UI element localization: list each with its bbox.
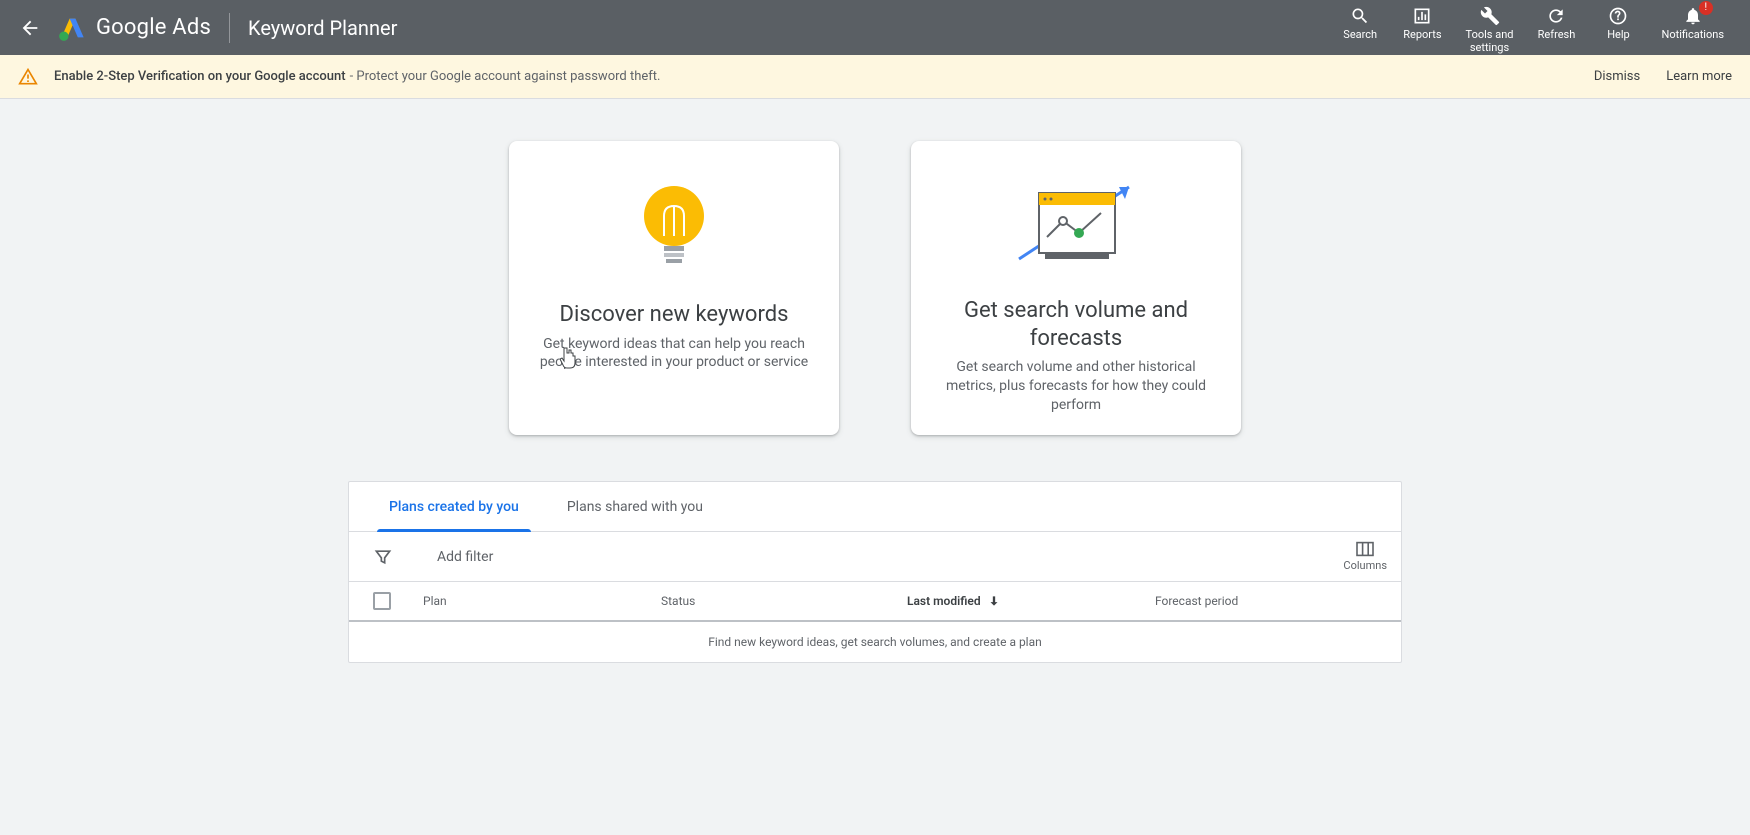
discover-card-desc: Get keyword ideas that can help you reac…: [531, 335, 817, 373]
filter-icon[interactable]: [373, 547, 393, 567]
arrow-back-icon: [19, 17, 41, 39]
help-button[interactable]: Help: [1589, 1, 1647, 42]
notifications-button[interactable]: ! Notifications: [1651, 1, 1734, 42]
reports-icon: [1412, 5, 1432, 27]
discover-keywords-card[interactable]: Discover new keywords Get keyword ideas …: [509, 141, 839, 435]
search-button[interactable]: Search: [1331, 1, 1389, 42]
columns-icon: [1355, 541, 1375, 557]
dismiss-link[interactable]: Dismiss: [1594, 69, 1640, 84]
refresh-icon: [1546, 5, 1566, 27]
google-ads-logo-icon: [58, 14, 86, 42]
search-icon: [1350, 5, 1370, 27]
banner-text: Protect your Google account against pass…: [356, 69, 660, 84]
col-header-status[interactable]: Status: [661, 594, 907, 608]
help-icon: [1608, 5, 1628, 27]
banner-bold-text: Enable 2-Step Verification on your Googl…: [54, 69, 346, 84]
tool-title: Keyword Planner: [248, 16, 397, 40]
forecast-card-title: Get search volume and forecasts: [933, 297, 1219, 352]
col-header-last-modified[interactable]: Last modified: [907, 594, 1155, 608]
col-header-plan[interactable]: Plan: [423, 594, 661, 608]
filter-bar: Add filter Columns: [349, 532, 1401, 582]
col-header-forecast-period[interactable]: Forecast period: [1155, 594, 1377, 608]
discover-card-title: Discover new keywords: [560, 301, 789, 329]
plans-panel: Plans created by you Plans shared with y…: [348, 481, 1402, 663]
tab-plans-shared[interactable]: Plans shared with you: [543, 482, 727, 531]
chart-monitor-icon: [1011, 173, 1141, 279]
refresh-button[interactable]: Refresh: [1527, 1, 1585, 42]
product-logo: Google Ads: [58, 14, 211, 42]
lightbulb-icon: [634, 173, 714, 283]
add-filter-button[interactable]: Add filter: [437, 549, 493, 565]
notification-badge: !: [1699, 1, 1713, 15]
plans-tabs: Plans created by you Plans shared with y…: [349, 482, 1401, 532]
sort-desc-icon: [987, 594, 1001, 608]
table-header: Plan Status Last modified Forecast perio…: [349, 582, 1401, 622]
select-all-checkbox[interactable]: [373, 592, 423, 610]
planner-cards: Discover new keywords Get keyword ideas …: [0, 141, 1750, 435]
header-divider: [229, 13, 230, 43]
reports-button[interactable]: Reports: [1393, 1, 1451, 42]
forecast-card-desc: Get search volume and other historical m…: [933, 358, 1219, 415]
learn-more-link[interactable]: Learn more: [1666, 69, 1732, 84]
security-banner: Enable 2-Step Verification on your Googl…: [0, 55, 1750, 99]
wrench-icon: [1480, 5, 1500, 27]
app-header: Google Ads Keyword Planner Search Report…: [0, 0, 1750, 55]
product-name: Google Ads: [96, 15, 211, 40]
main-content: Discover new keywords Get keyword ideas …: [0, 99, 1750, 663]
header-actions: Search Reports Tools and settings Refres…: [1331, 1, 1740, 54]
tab-plans-mine[interactable]: Plans created by you: [365, 482, 543, 531]
back-button[interactable]: [16, 14, 44, 42]
forecast-card[interactable]: Get search volume and forecasts Get sear…: [911, 141, 1241, 435]
empty-state-message: Find new keyword ideas, get search volum…: [349, 622, 1401, 662]
warning-icon: [18, 67, 38, 87]
columns-button[interactable]: Columns: [1343, 541, 1387, 572]
tools-settings-button[interactable]: Tools and settings: [1456, 1, 1524, 54]
